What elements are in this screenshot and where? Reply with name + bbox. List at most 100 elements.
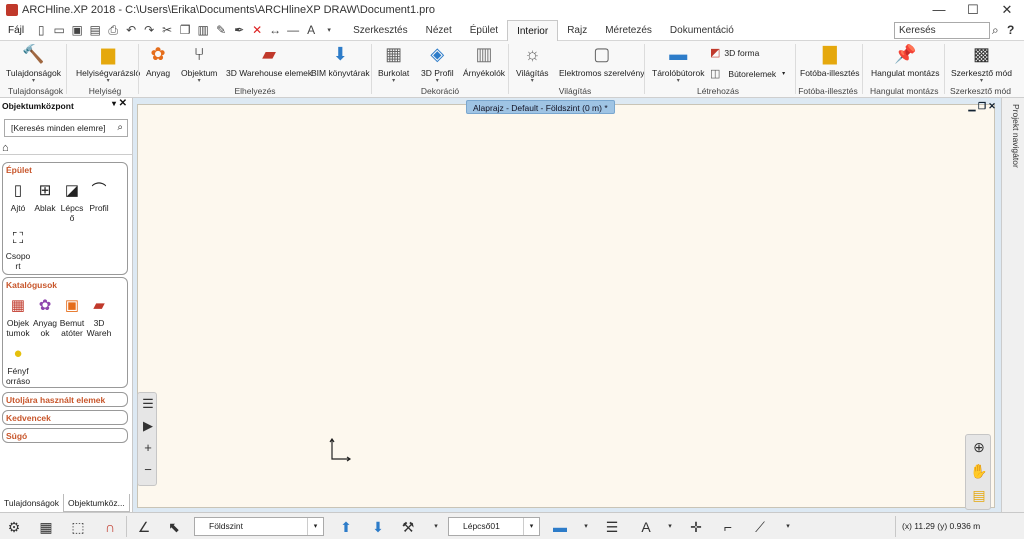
3d-warehouse-button[interactable]: ▰ 3D Warehouse elemek <box>226 43 312 79</box>
cladding-button[interactable]: ▦ Burkolat ▾ <box>378 43 409 85</box>
objects-item[interactable]: ▦ Objek tumok <box>5 296 31 338</box>
save-all-icon[interactable]: ▤ <box>87 22 103 38</box>
home-icon[interactable]: ⌂ <box>2 141 16 155</box>
material-button[interactable]: ✿ Anyag <box>146 43 170 79</box>
materials-item[interactable]: ✿ Anyag ok <box>32 296 58 338</box>
mood-board-button[interactable]: 📌 Hangulat montázs <box>871 43 940 79</box>
editor-mode-button[interactable]: ▩ Szerkesztő mód ▾ <box>951 43 1012 85</box>
dimension-icon[interactable]: ↔ <box>267 22 283 38</box>
door-item[interactable]: ▯ Ajtó <box>5 181 31 213</box>
minus-icon[interactable]: − <box>138 459 158 481</box>
new-icon[interactable]: ▯ <box>33 22 49 38</box>
profile-item[interactable]: ⌒ Profil <box>86 181 112 213</box>
save-icon[interactable]: ▣ <box>69 22 85 38</box>
snap-frame-icon[interactable]: ⬚ <box>68 517 88 537</box>
bim-library-button[interactable]: ⬇ BIM könyvtárak <box>311 43 370 79</box>
dropdown-icon[interactable]: ▾ <box>321 22 337 38</box>
floor-down-icon[interactable]: ⬇ <box>368 517 388 537</box>
minimize-button[interactable]: — <box>922 0 956 20</box>
delete-icon[interactable]: ✕ <box>249 22 265 38</box>
section-title[interactable]: Épület <box>3 163 127 177</box>
3d-form-button[interactable]: ◩ 3D forma <box>710 46 759 59</box>
text-icon[interactable]: A <box>303 22 319 38</box>
lighting-button[interactable]: ☼ Világítás ▾ <box>516 43 548 85</box>
tab-epulet[interactable]: Épület <box>461 20 507 41</box>
object-search-input[interactable]: [Keresés minden elemre] ⌕ <box>4 119 128 137</box>
close-icon[interactable]: ✕ <box>119 98 127 109</box>
electrical-button[interactable]: ▢ Elektromos szerelvény <box>559 43 645 79</box>
layers-icon[interactable]: ▤ <box>966 483 992 507</box>
brush-icon[interactable]: ✎ <box>213 22 229 38</box>
section-favorites[interactable]: Kedvencek <box>2 410 128 425</box>
pan-hand-icon[interactable]: ✋ <box>966 459 992 483</box>
3d-view-icon[interactable]: ⚒ <box>398 517 418 537</box>
floor-up-icon[interactable]: ⬆ <box>336 517 356 537</box>
section-title[interactable]: Katalógusok <box>3 278 127 292</box>
object-button[interactable]: ⑂ Objektum ▾ <box>181 43 217 85</box>
photo-fit-button[interactable]: ▇ Fotóba-illesztés <box>800 43 860 79</box>
reference-icon[interactable]: ⌐ <box>718 517 738 537</box>
group-item[interactable]: ⛶ Csopo rt <box>5 229 31 271</box>
tab-interior[interactable]: Interior <box>507 19 559 41</box>
magnet-icon[interactable]: ∩ <box>100 517 120 537</box>
zoom-in-icon[interactable]: ⊕ <box>966 435 992 459</box>
chevron-down-icon[interactable]: ▾ <box>660 517 680 537</box>
tab-meretezes[interactable]: Méretezés <box>596 20 661 41</box>
tab-properties[interactable]: Tulajdonságok <box>0 494 63 512</box>
tab-dokumentacio[interactable]: Dokumentáció <box>661 20 743 41</box>
3d-profile-button[interactable]: ◈ 3D Profil ▾ <box>421 43 454 85</box>
copy-icon[interactable]: ❐ <box>177 22 193 38</box>
angle-icon[interactable]: ∠ <box>134 517 154 537</box>
stair-item[interactable]: ◪ Lépcs ő <box>59 181 85 223</box>
select-cursor-icon[interactable]: ⬉ <box>164 517 184 537</box>
undo-icon[interactable]: ↶ <box>123 22 139 38</box>
project-navigator-tab[interactable]: Projekt navigátor <box>1006 104 1021 168</box>
pen-icon[interactable]: ✒ <box>231 22 247 38</box>
eraser-icon[interactable]: ▬ <box>550 517 570 537</box>
close-button[interactable]: ✕ <box>990 0 1024 20</box>
doc-close-icon[interactable]: ✕ <box>987 101 997 112</box>
redo-icon[interactable]: ↷ <box>141 22 157 38</box>
tab-nezet[interactable]: Nézet <box>417 20 461 41</box>
chevron-down-icon[interactable]: ▾ <box>576 517 596 537</box>
window-item[interactable]: ⊞ Ablak <box>32 181 58 213</box>
tab-szerkesztes[interactable]: Szerkesztés <box>344 20 416 41</box>
maximize-button[interactable]: ☐ <box>956 0 990 20</box>
floor-plan-canvas[interactable] <box>137 104 995 508</box>
line-tool-icon[interactable]: ⟋ <box>750 517 770 537</box>
search-icon[interactable]: ⌕ <box>117 120 123 136</box>
doc-restore-icon[interactable]: ❐ <box>977 101 987 112</box>
chevron-down-icon[interactable]: ▾ <box>778 517 798 537</box>
file-tab[interactable]: Fájl <box>0 20 32 41</box>
plus-icon[interactable]: + <box>138 437 158 459</box>
print-icon[interactable]: ⎙ <box>105 22 121 38</box>
furniture-elements-button[interactable]: ◫ Bútorelemek ▾ <box>710 67 785 80</box>
floor-select[interactable]: Földszint ▾ <box>194 517 324 536</box>
pin-icon[interactable]: ▾ <box>112 99 116 108</box>
list-icon[interactable]: ☰ <box>138 393 158 415</box>
room-wizard-button[interactable]: ▆ Helyiségvarázsló ▾ <box>76 43 140 85</box>
cut-icon[interactable]: ✂ <box>159 22 175 38</box>
shading-button[interactable]: ▥ Árnyékolók <box>463 43 505 79</box>
3d-warehouse-item[interactable]: ▰ 3D Wareh <box>86 296 112 338</box>
showroom-item[interactable]: ▣ Bemut atóter <box>59 296 85 338</box>
storage-furniture-button[interactable]: ▬ Tárolóbútorok ▾ <box>652 43 704 85</box>
snap-point-icon[interactable]: ✛ <box>686 517 706 537</box>
tab-rajz[interactable]: Rajz <box>558 20 596 41</box>
paste-icon[interactable]: ▥ <box>195 22 211 38</box>
play-icon[interactable]: ▶ <box>138 415 158 437</box>
document-title[interactable]: Alaprajz - Default - Földszint (0 m) * <box>466 100 615 114</box>
section-recent[interactable]: Utoljára használt elemek <box>2 392 128 407</box>
line-icon[interactable]: — <box>285 22 301 38</box>
light-sources-item[interactable]: ● Fényf orráso <box>5 344 31 386</box>
properties-button[interactable]: 🔨 Tulajdonságok ▾ <box>6 43 61 85</box>
search-icon[interactable]: ⌕ <box>992 22 1006 39</box>
settings-gear-icon[interactable]: ⚙ <box>4 517 24 537</box>
text-style-icon[interactable]: A <box>636 517 656 537</box>
layer-select[interactable]: Lépcső01 ▾ <box>448 517 540 536</box>
list-icon[interactable]: ☰ <box>602 517 622 537</box>
doc-minimize-icon[interactable]: ▁ <box>967 101 977 112</box>
help-icon[interactable]: ? <box>1007 22 1021 39</box>
grid-icon[interactable]: ▦ <box>36 517 56 537</box>
search-input[interactable]: Keresés <box>894 22 990 39</box>
